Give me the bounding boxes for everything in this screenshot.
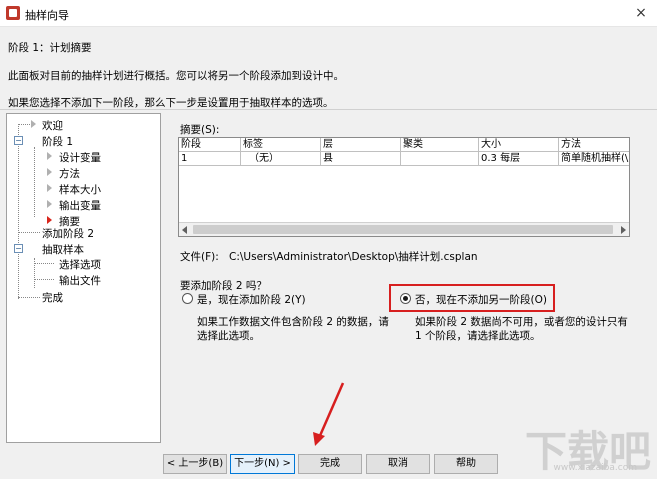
arrow-icon [31, 120, 36, 128]
radio-yes[interactable] [182, 293, 193, 304]
arrow-icon [47, 168, 52, 176]
stage-title: 阶段 1：计划摘要 [8, 42, 92, 54]
nav-item-method[interactable]: 方法 [59, 166, 80, 181]
title-bar: 抽样向导 × [0, 0, 657, 27]
radio-yes-description-line-1: 如果工作数据文件包含阶段 2 的数据，请 [197, 316, 389, 328]
collapse-icon[interactable]: − [14, 136, 23, 145]
current-step-arrow-icon [47, 216, 52, 224]
horizontal-scrollbar[interactable] [179, 222, 629, 236]
collapse-icon[interactable]: − [14, 244, 23, 253]
window-title: 抽样向导 [25, 9, 69, 22]
nav-item-selection-options[interactable]: 选择选项 [59, 257, 101, 272]
wizard-nav-tree: 欢迎 − 阶段 1 设计变量 方法 样本大小 输出变量 摘要 添加阶段 2 − … [6, 113, 161, 443]
help-button[interactable]: 帮助 [434, 454, 498, 474]
annotation-highlight-box [389, 284, 555, 312]
nav-item-finish[interactable]: 完成 [42, 290, 63, 305]
radio-yes-label[interactable]: 是，现在添加阶段 2(Y) [197, 292, 306, 307]
tree-connector [18, 124, 30, 125]
add-stage-question: 要添加阶段 2 吗？ [180, 280, 267, 292]
file-label: 文件(F): [180, 251, 219, 263]
arrow-icon [47, 184, 52, 192]
file-path: C:\Users\Administrator\Desktop\抽样计划.cspl… [229, 251, 478, 263]
tree-connector [34, 147, 35, 217]
column-header[interactable]: 阶段 [179, 138, 241, 152]
nav-item-design-variables[interactable]: 设计变量 [59, 150, 101, 165]
tree-connector [34, 263, 54, 264]
tree-connector [18, 297, 40, 298]
annotation-arrow-icon [313, 382, 345, 446]
nav-item-output-files[interactable]: 输出文件 [59, 273, 101, 288]
nav-item-draw-sample[interactable]: 抽取样本 [42, 242, 84, 257]
tree-connector [34, 279, 54, 280]
nav-item-add-stage-2[interactable]: 添加阶段 2 [42, 226, 94, 241]
column-header[interactable]: 聚类 [401, 138, 479, 152]
radio-no-description-line-1: 如果阶段 2 数据尚不可用，或者您的设计只有 [415, 316, 628, 328]
scroll-right-icon[interactable] [621, 226, 626, 234]
scrollbar-thumb[interactable] [193, 225, 613, 234]
nav-item-welcome[interactable]: 欢迎 [42, 118, 63, 133]
table-cell: （无） [241, 152, 321, 166]
table-cell [401, 152, 479, 166]
radio-yes-description: 如果工作数据文件包含阶段 2 的数据，请 选择此选项。 [197, 315, 389, 343]
nav-item-output-variables[interactable]: 输出变量 [59, 198, 101, 213]
tree-connector [18, 124, 19, 299]
nav-item-sample-size[interactable]: 样本大小 [59, 182, 101, 197]
table-cell: 县 [321, 152, 401, 166]
arrow-icon [47, 152, 52, 160]
column-header[interactable]: 大小 [479, 138, 559, 152]
close-button[interactable]: × [631, 3, 651, 23]
finish-button[interactable]: 完成 [298, 454, 362, 474]
next-button[interactable]: 下一步(N) > [230, 454, 295, 474]
radio-no-description-line-2: 1 个阶段，请选择此选项。 [415, 330, 541, 342]
table-cell: 0.3 每层 [479, 152, 559, 166]
summary-table[interactable]: 阶段 标签 层 聚类 大小 方法 1 （无） 县 0.3 每层 简单随机抽样(\ [178, 137, 630, 237]
column-header[interactable]: 层 [321, 138, 401, 152]
scroll-left-icon[interactable] [182, 226, 187, 234]
nav-item-stage-1[interactable]: 阶段 1 [42, 134, 73, 149]
panel-description-2: 如果您选择不添加下一阶段，那么下一步是设置用于抽取样本的选项。 [8, 97, 334, 109]
summary-label: 摘要(S): [180, 124, 220, 136]
radio-yes-description-line-2: 选择此选项。 [197, 330, 260, 342]
header-area: 阶段 1：计划摘要 此面板对目前的抽样计划进行概括。您可以将另一个阶段添加到设计… [0, 28, 657, 110]
table-cell: 简单随机抽样(\ [559, 152, 629, 166]
cancel-button[interactable]: 取消 [366, 454, 430, 474]
table-cell: 1 [179, 152, 241, 166]
back-button[interactable]: < 上一步(B) [163, 454, 227, 474]
column-header[interactable]: 标签 [241, 138, 321, 152]
radio-no-description: 如果阶段 2 数据尚不可用，或者您的设计只有 1 个阶段，请选择此选项。 [415, 315, 628, 343]
column-header[interactable]: 方法 [559, 138, 629, 152]
panel-description: 此面板对目前的抽样计划进行概括。您可以将另一个阶段添加到设计中。 [8, 70, 344, 82]
app-icon [6, 6, 20, 20]
watermark-url: www.xiazaiba.com [553, 463, 637, 473]
arrow-icon [47, 200, 52, 208]
tree-connector [18, 232, 40, 233]
